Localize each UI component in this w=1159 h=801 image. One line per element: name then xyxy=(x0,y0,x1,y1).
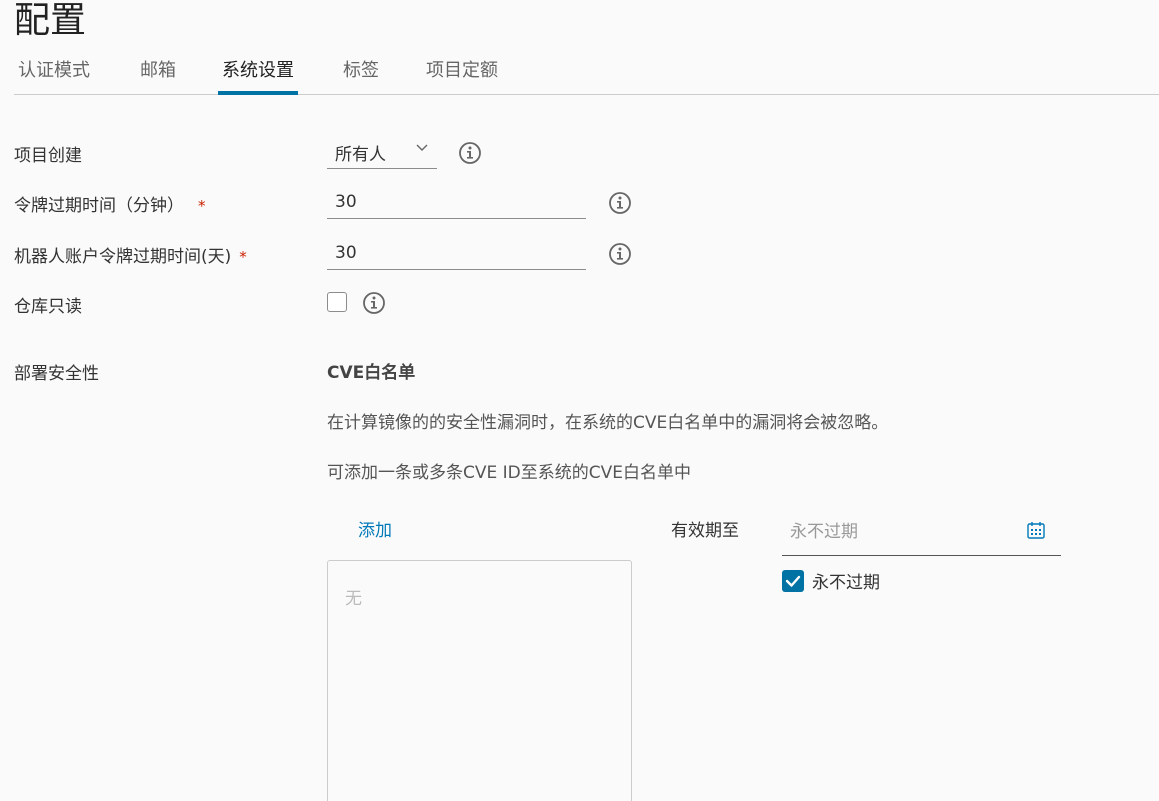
info-icon[interactable] xyxy=(362,291,386,315)
project-creation-select[interactable]: 所有人 xyxy=(327,136,437,169)
read-only-label: 仓库只读 xyxy=(14,297,82,317)
chevron-down-icon xyxy=(416,144,428,151)
required-marker: * xyxy=(239,248,247,266)
token-expiry-label-text: 令牌过期时间（分钟） xyxy=(14,196,184,216)
page-title: 配置 xyxy=(14,0,87,41)
tab-system-settings[interactable]: 系统设置 xyxy=(218,56,298,95)
deployment-security-label: 部署安全性 xyxy=(14,364,99,384)
check-icon xyxy=(785,575,801,587)
info-icon[interactable] xyxy=(608,191,632,215)
expires-at-label: 有效期至 xyxy=(671,521,739,541)
add-cve-button[interactable]: 添加 xyxy=(358,516,392,541)
project-creation-value: 所有人 xyxy=(335,145,386,165)
tab-auth-mode[interactable]: 认证模式 xyxy=(18,56,90,93)
read-only-checkbox[interactable] xyxy=(327,292,347,312)
empty-list-text: 无 xyxy=(345,589,362,609)
tab-email[interactable]: 邮箱 xyxy=(140,56,176,93)
info-icon[interactable] xyxy=(458,141,482,165)
tab-project-quotas[interactable]: 项目定额 xyxy=(426,56,498,93)
tab-labels[interactable]: 标签 xyxy=(343,56,379,93)
cve-whitelist-title: CVE白名单 xyxy=(327,363,416,383)
expiry-date-input[interactable] xyxy=(782,508,1061,556)
token-expiry-input[interactable] xyxy=(327,185,586,219)
never-expire-checkbox[interactable] xyxy=(782,570,804,592)
tab-bar: 认证模式 邮箱 系统设置 标签 项目定额 xyxy=(14,56,1159,95)
never-expire-label: 永不过期 xyxy=(812,573,880,593)
token-expiry-label: 令牌过期时间（分钟） * xyxy=(14,191,206,216)
robot-token-expiry-label: 机器人账户令牌过期时间(天) * xyxy=(14,242,247,267)
calendar-icon[interactable] xyxy=(1026,520,1046,540)
configuration-page: 配置 认证模式 邮箱 系统设置 标签 项目定额 项目创建 所有人 令牌过期时间（… xyxy=(0,0,1159,801)
info-icon[interactable] xyxy=(608,242,632,266)
project-creation-label: 项目创建 xyxy=(14,146,82,166)
robot-token-expiry-input[interactable] xyxy=(327,236,586,270)
cve-add-hint: 可添加一条或多条CVE ID至系统的CVE白名单中 xyxy=(327,463,691,483)
cve-description: 在计算镜像的的安全性漏洞时，在系统的CVE白名单中的漏洞将会被忽略。 xyxy=(327,413,889,433)
required-marker: * xyxy=(198,197,206,215)
robot-token-expiry-label-text: 机器人账户令牌过期时间(天) xyxy=(14,247,232,267)
cve-whitelist-list[interactable]: 无 xyxy=(327,560,632,801)
